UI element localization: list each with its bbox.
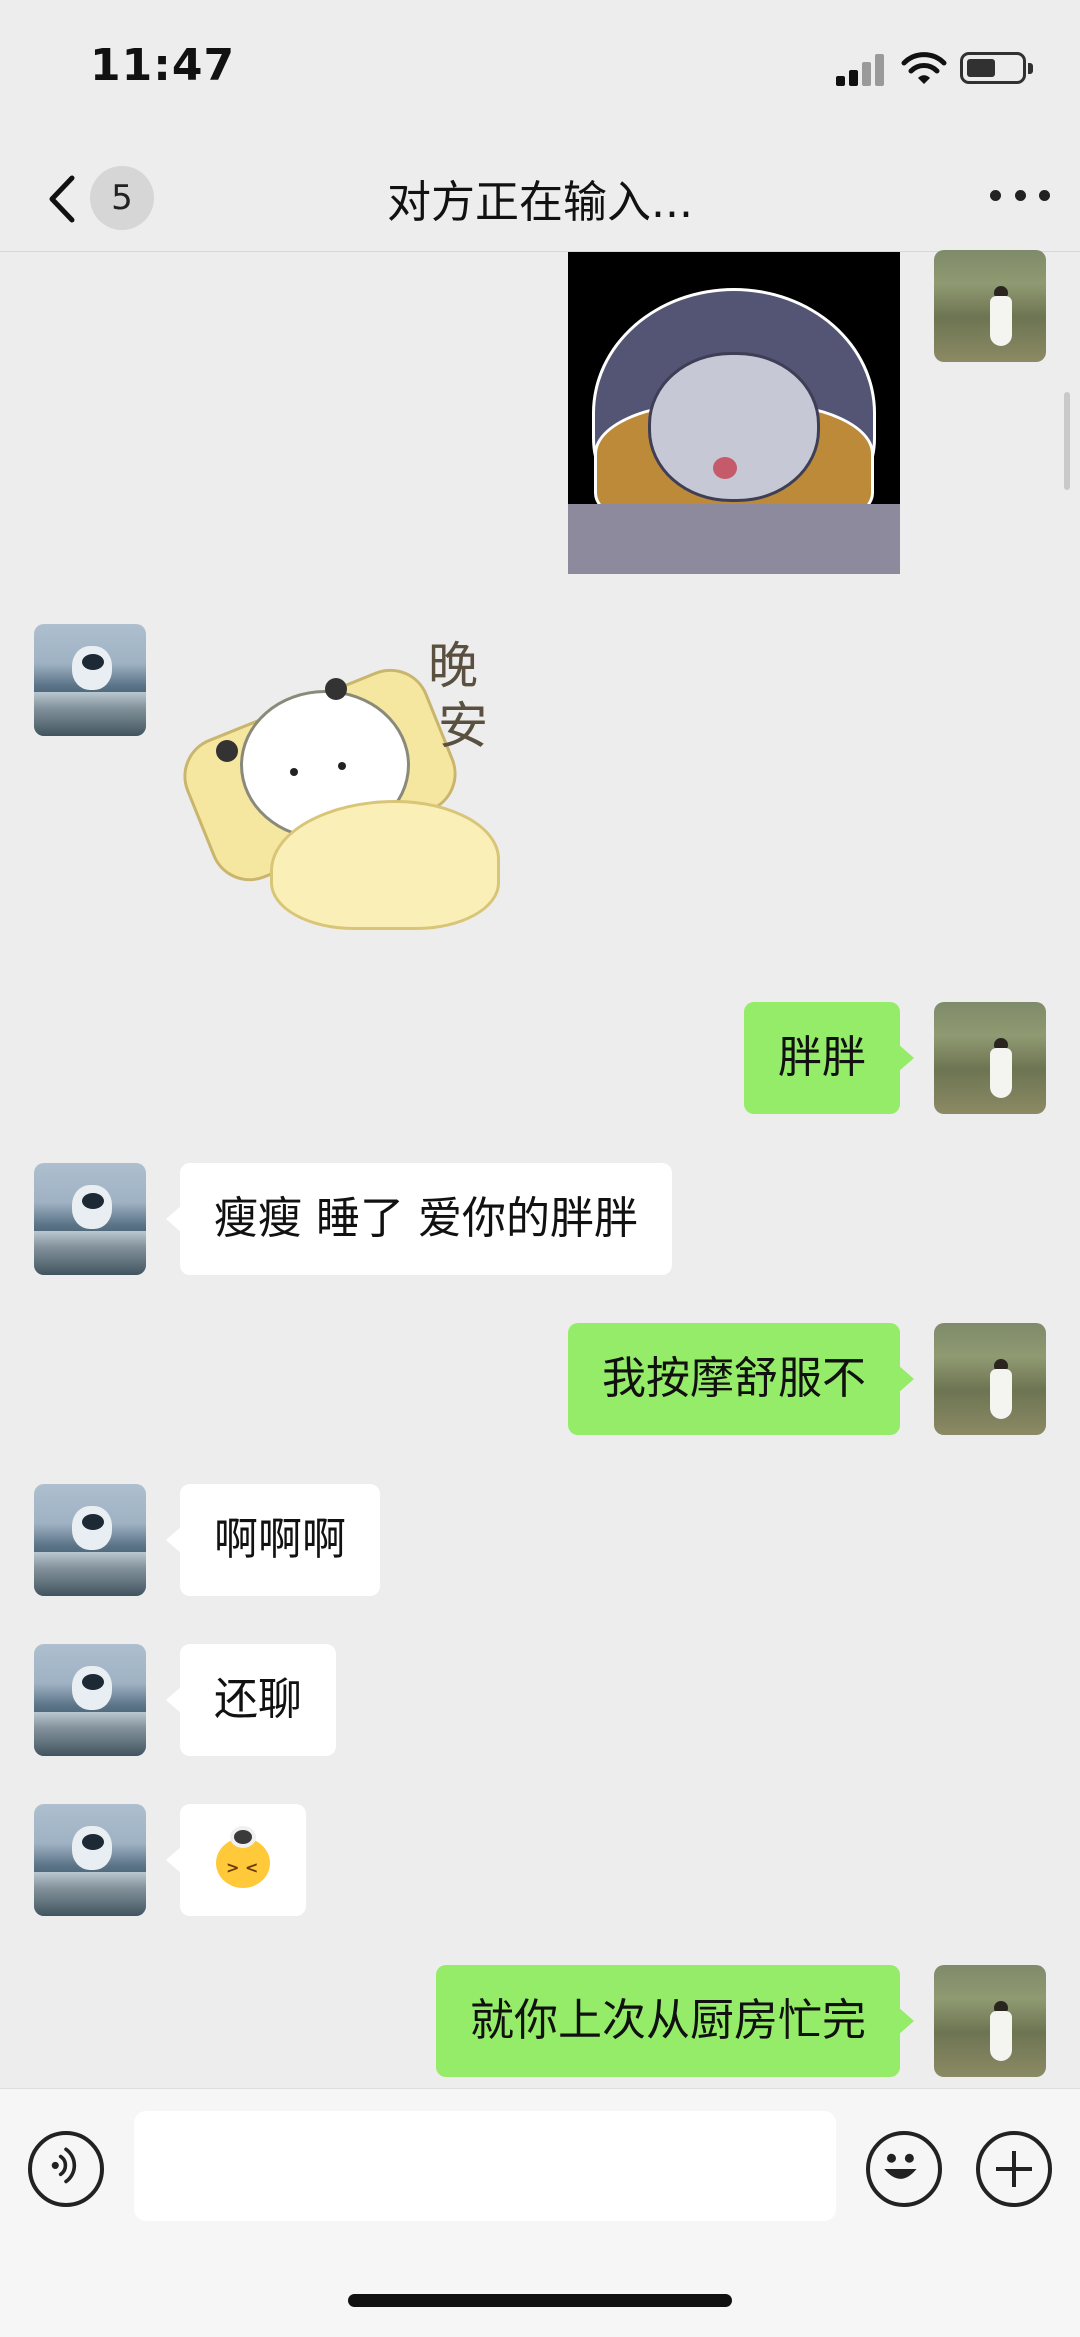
battery-icon [960, 52, 1033, 84]
status-bar: 11:47 [0, 0, 1080, 140]
incoming-emoji-bubble[interactable]: > < [166, 1804, 306, 1916]
outgoing-message-bubble[interactable]: 就你上次从厨房忙完 [436, 1965, 914, 2077]
more-dot-icon [990, 189, 1001, 201]
message-input[interactable] [134, 2111, 836, 2221]
chat-header: 5 对方正在输入... [0, 140, 1080, 252]
contact-avatar[interactable] [34, 1644, 146, 1756]
incoming-message-bubble[interactable]: 还聊 [166, 1644, 336, 1756]
goodnight-sticker[interactable]: 晚 安 [171, 630, 520, 950]
more-dot-icon [1039, 189, 1050, 201]
incoming-message-bubble[interactable]: 瘦瘦 睡了 爱你的胖胖 [166, 1163, 672, 1275]
my-avatar[interactable] [934, 1323, 1046, 1435]
wifi-icon [901, 52, 947, 84]
incoming-message-bubble[interactable]: 啊啊啊 [166, 1484, 380, 1596]
contact-avatar[interactable] [34, 1484, 146, 1596]
my-avatar[interactable] [934, 1002, 1046, 1114]
contact-avatar[interactable] [34, 1804, 146, 1916]
contact-avatar[interactable] [34, 1163, 146, 1275]
frustrated-emoji-icon: > < [216, 1826, 270, 1888]
outgoing-message-bubble[interactable]: 胖胖 [744, 1002, 914, 1114]
status-time: 11:47 [90, 40, 236, 91]
chevron-left-icon [49, 175, 75, 223]
back-button[interactable]: 5 [30, 160, 170, 232]
voice-icon [51, 2147, 77, 2184]
my-avatar[interactable] [934, 1965, 1046, 2077]
more-features-button[interactable] [976, 2131, 1052, 2207]
my-avatar[interactable] [934, 250, 1046, 362]
cellular-signal-icon [836, 52, 886, 86]
sticker-caption: 安 [438, 697, 488, 755]
contact-avatar[interactable] [34, 624, 146, 736]
home-indicator[interactable] [348, 2294, 732, 2307]
outgoing-message-bubble[interactable]: 我按摩舒服不 [568, 1323, 914, 1435]
more-options-button[interactable] [990, 170, 1050, 220]
unread-count-badge: 5 [90, 166, 154, 230]
emoji-button[interactable] [866, 2131, 942, 2207]
more-dot-icon [1014, 189, 1026, 201]
chat-title: 对方正在输入... [387, 177, 693, 228]
scrollbar[interactable] [1064, 392, 1070, 490]
sleeping-bun-sticker[interactable] [568, 252, 900, 574]
voice-input-button[interactable] [28, 2131, 104, 2207]
smiley-icon [884, 2153, 917, 2179]
